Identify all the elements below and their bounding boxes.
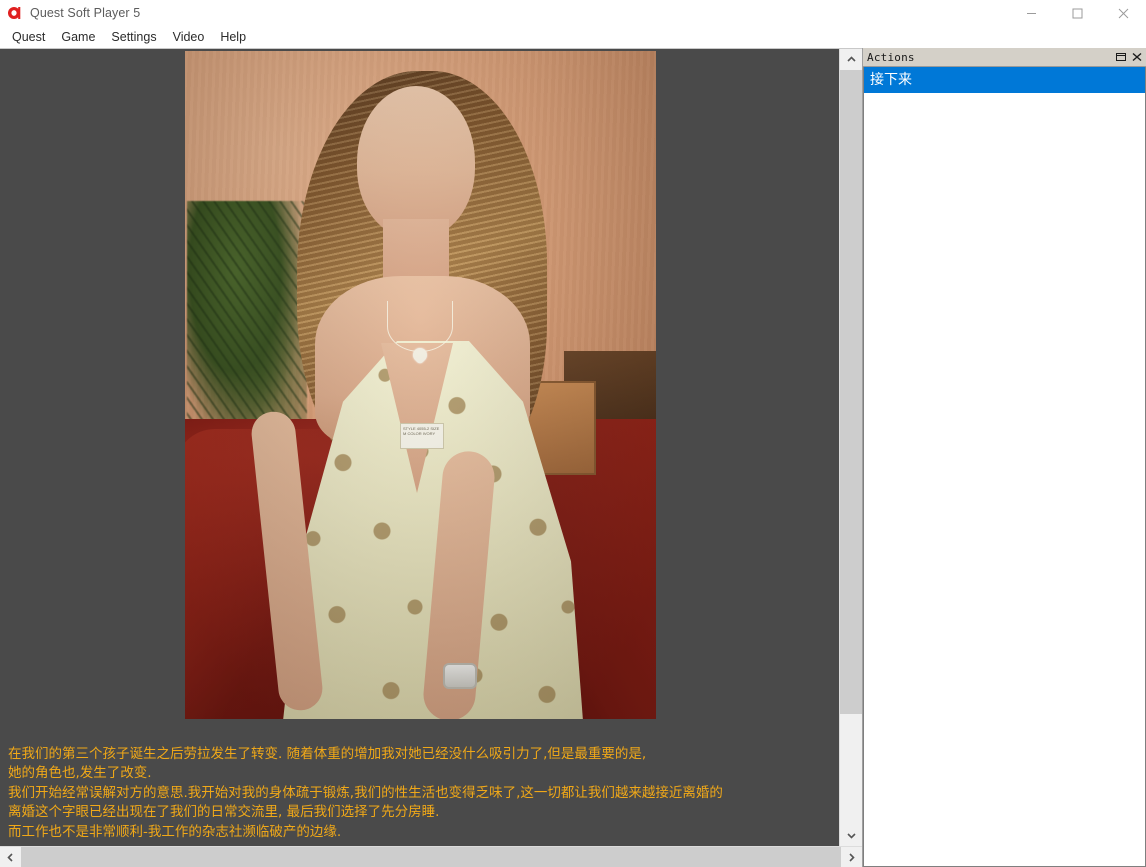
quest-logo-icon — [6, 4, 24, 22]
actions-list[interactable]: 接下来 — [863, 67, 1146, 867]
main-content-row: STYLE 4055-2 SIZE M COLOR IVORY 在我们的第三个孩… — [0, 49, 862, 846]
menu-item-settings[interactable]: Settings — [103, 28, 164, 46]
window-controls — [1008, 0, 1146, 26]
story-text: 在我们的第三个孩子诞生之后劳拉发生了转变. 随着体重的增加我对她已经没什么吸引力… — [8, 745, 833, 843]
vertical-scroll-track[interactable] — [840, 70, 862, 825]
menu-bar: Quest Game Settings Video Help — [0, 26, 1146, 48]
menu-item-help[interactable]: Help — [212, 28, 254, 46]
action-item-next[interactable]: 接下来 — [864, 67, 1145, 93]
minimize-icon[interactable] — [1008, 0, 1054, 26]
horizontal-scroll-track[interactable] — [21, 847, 841, 867]
photo-garment-tag: STYLE 4055-2 SIZE M COLOR IVORY — [400, 423, 444, 449]
story-line-4: 离婚这个字眼已经出现在了我们的日常交流里, 最后我们选择了先分房睡. — [8, 804, 440, 820]
game-stage: STYLE 4055-2 SIZE M COLOR IVORY 在我们的第三个孩… — [0, 49, 839, 846]
restore-window-icon[interactable] — [1113, 50, 1128, 64]
actions-panel-title: Actions — [867, 50, 915, 64]
menu-item-quest[interactable]: Quest — [4, 28, 53, 46]
scroll-right-icon[interactable] — [841, 847, 862, 867]
main-horizontal-scrollbar[interactable] — [0, 846, 862, 867]
main-pane: STYLE 4055-2 SIZE M COLOR IVORY 在我们的第三个孩… — [0, 48, 862, 867]
main-vertical-scrollbar[interactable] — [839, 49, 862, 846]
photo-wristwatch — [443, 663, 477, 689]
vertical-scroll-thumb[interactable] — [840, 70, 862, 714]
story-line-3: 我们开始经常误解对方的意思.我开始对我的身体疏于锻炼,我们的性生活也变得乏味了,… — [8, 784, 723, 801]
horizontal-scroll-thumb[interactable] — [21, 847, 841, 867]
window-title: Quest Soft Player 5 — [30, 6, 141, 20]
close-icon[interactable] — [1100, 0, 1146, 26]
scroll-up-icon[interactable] — [840, 49, 862, 70]
app-window: Quest Soft Player 5 Quest Game Settings … — [0, 0, 1146, 867]
title-bar: Quest Soft Player 5 — [0, 0, 1146, 26]
story-line-2: 她的角色也,发生了改变. — [8, 765, 152, 781]
menu-item-video[interactable]: Video — [165, 28, 213, 46]
scroll-left-icon[interactable] — [0, 847, 21, 867]
body-area: STYLE 4055-2 SIZE M COLOR IVORY 在我们的第三个孩… — [0, 48, 1146, 867]
photo-necklace-chain — [387, 301, 453, 352]
photo-face — [357, 86, 475, 238]
photo-plant — [187, 201, 307, 431]
menu-item-game[interactable]: Game — [53, 28, 103, 46]
maximize-icon[interactable] — [1054, 0, 1100, 26]
scroll-down-icon[interactable] — [840, 825, 862, 846]
close-panel-icon[interactable] — [1129, 50, 1144, 64]
actions-panel-header: Actions — [863, 48, 1146, 67]
story-line-5: 而工作也不是非常顺利-我工作的杂志社濒临破产的边缘. — [8, 823, 342, 840]
story-line-1: 在我们的第三个孩子诞生之后劳拉发生了转变. 随着体重的增加我对她已经没什么吸引力… — [8, 745, 647, 762]
portrait-photo: STYLE 4055-2 SIZE M COLOR IVORY — [185, 51, 656, 719]
actions-pane: Actions 接下来 — [862, 48, 1146, 867]
